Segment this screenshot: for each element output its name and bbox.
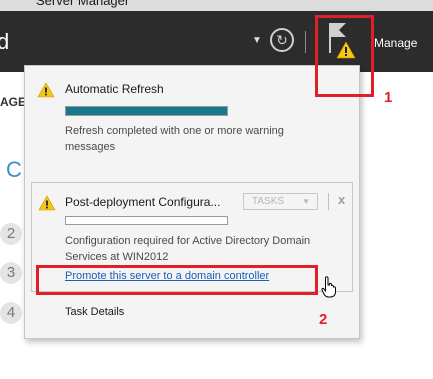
chevron-down-icon[interactable]: ▼ [252, 35, 262, 46]
window-title-strip: Server Manager [0, 0, 433, 11]
warning-icon [37, 82, 55, 98]
section-label: AGE [0, 95, 27, 109]
window-title: Server Manager [36, 0, 130, 8]
auto-refresh-message: Refresh completed with one or more warni… [65, 125, 284, 153]
post-deployment-message: Configuration required for Active Direct… [65, 235, 311, 263]
task-details-link[interactable]: Task Details [65, 306, 124, 318]
highlight-box-promote [36, 265, 318, 295]
auto-refresh-title: Automatic Refresh [65, 82, 164, 96]
breadcrumb-tail: d [0, 29, 10, 54]
tasks-dropdown[interactable]: TASKS ▼ [243, 193, 318, 210]
close-icon[interactable]: x [338, 192, 345, 207]
step-number: 4 [0, 302, 22, 324]
progress-fill [66, 107, 227, 115]
highlight-box-flag [315, 15, 374, 97]
tasks-label: TASKS [252, 196, 285, 207]
auto-refresh-progress [65, 106, 228, 116]
post-deployment-progress [65, 216, 228, 225]
welcome-heading-fragment: C [6, 157, 22, 182]
post-deployment-title: Post-deployment Configura... [65, 195, 221, 209]
annotation-number: 2 [319, 311, 328, 328]
notifications-panel: Automatic Refresh Refresh completed with… [24, 65, 360, 339]
card-divider [328, 193, 329, 210]
chevron-down-icon: ▼ [302, 197, 310, 206]
manage-menu[interactable]: Manage [374, 36, 417, 50]
warning-icon [38, 195, 56, 211]
refresh-icon[interactable]: ↻ [270, 28, 294, 52]
step-number: 2 [0, 223, 22, 245]
header-divider [305, 31, 306, 53]
annotation-number: 1 [384, 89, 393, 106]
step-number: 3 [0, 262, 22, 284]
hand-cursor-icon [321, 276, 336, 298]
